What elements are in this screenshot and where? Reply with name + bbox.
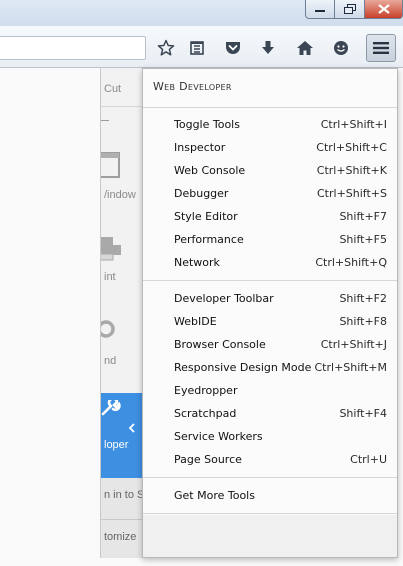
menuitem-label: Web Console	[174, 163, 246, 177]
minimize-icon	[315, 10, 325, 12]
menuitem-label: Responsive Design Mode	[174, 360, 312, 374]
menuitem-label: Network	[174, 255, 220, 269]
menu-separator	[143, 513, 397, 514]
print-icon	[101, 237, 121, 261]
menuitem-label: Browser Console	[174, 337, 266, 351]
menuitem-toggle-tools[interactable]: Toggle Tools Ctrl+Shift+I	[143, 113, 397, 135]
new-window-icon	[101, 152, 120, 178]
menu-divider	[101, 120, 109, 121]
menuitem-inspector[interactable]: Inspector Ctrl+Shift+C	[143, 136, 397, 158]
menuitem-label: Inspector	[174, 140, 226, 154]
menuitem-shortcut: Shift+F7	[339, 209, 387, 223]
menuitem-shortcut: Ctrl+Shift+M	[314, 360, 388, 374]
menuitem-label: Eyedropper	[174, 383, 238, 397]
menuitem-debugger[interactable]: Debugger Ctrl+Shift+S	[143, 182, 397, 204]
menu-separator	[143, 280, 397, 281]
url-bar[interactable]	[0, 36, 146, 60]
find-icon	[101, 320, 115, 338]
menuitem-browser-console[interactable]: Browser Console Ctrl+Shift+J	[143, 333, 397, 355]
menuitem-shortcut: Ctrl+Shift+Q	[315, 255, 387, 269]
window-titlebar	[0, 0, 403, 26]
menuitem-label: Page Source	[174, 452, 242, 466]
menuitem-label: Get More Tools	[174, 488, 255, 502]
home-icon	[297, 41, 313, 55]
menuitem-responsive-design-mode[interactable]: Responsive Design Mode Ctrl+Shift+M	[143, 356, 397, 378]
menuitem-performance[interactable]: Performance Shift+F5	[143, 228, 397, 250]
menuitem-shortcut: Shift+F5	[339, 232, 387, 246]
menu-divider	[101, 106, 146, 107]
menuitem-label: Toggle Tools	[174, 117, 240, 131]
panel-footer	[143, 515, 397, 557]
developer-button-active[interactable]: loper	[101, 393, 146, 479]
menuitem-shortcut: Shift+F2	[339, 291, 387, 305]
close-window-button[interactable]	[365, 0, 403, 19]
sign-in-label[interactable]: n in to S	[104, 489, 144, 501]
reading-list-button[interactable]	[184, 35, 210, 61]
main-menu-panel: Cut /indow int nd loper n in to S tomize	[100, 68, 146, 558]
menuitem-label: Scratchpad	[174, 406, 237, 420]
menuitem-page-source[interactable]: Page Source Ctrl+U	[143, 448, 397, 470]
download-icon	[262, 41, 274, 54]
menuitem-label: Service Workers	[174, 429, 263, 443]
minimize-button[interactable]	[305, 0, 335, 19]
menuitem-shortcut: Shift+F4	[339, 406, 387, 420]
menuitem-shortcut: Ctrl+Shift+C	[316, 140, 387, 154]
menuitem-label: Debugger	[174, 186, 229, 200]
pocket-icon	[226, 42, 240, 54]
pocket-button[interactable]	[220, 35, 246, 61]
main-menu-footer: n in to S tomize	[101, 478, 146, 558]
home-button[interactable]	[292, 35, 318, 61]
header-separator	[143, 107, 397, 108]
menuitem-webide[interactable]: WebIDE Shift+F8	[143, 310, 397, 332]
menuitem-label: Developer Toolbar	[174, 291, 274, 305]
web-developer-panel: Web Developer Toggle Tools Ctrl+Shift+I In…	[142, 68, 398, 558]
menu-divider	[101, 519, 146, 520]
panel-title: Web Developer	[153, 80, 232, 93]
menuitem-label: WebIDE	[174, 314, 217, 328]
open-menu-button[interactable]	[366, 34, 396, 62]
menuitem-shortcut: Ctrl+Shift+K	[316, 163, 387, 177]
hamburger-menu-icon	[373, 42, 389, 54]
menuitem-style-editor[interactable]: Style Editor Shift+F7	[143, 205, 397, 227]
wrench-icon	[101, 400, 121, 416]
reading-list-icon	[190, 41, 204, 55]
smiley-icon	[334, 41, 348, 55]
new-window-label[interactable]: /indow	[104, 189, 136, 201]
find-label[interactable]: nd	[104, 355, 116, 367]
menuitem-shortcut: Ctrl+Shift+I	[320, 117, 387, 131]
menuitem-network[interactable]: Network Ctrl+Shift+Q	[143, 251, 397, 273]
menuitem-shortcut: Ctrl+Shift+S	[317, 186, 387, 200]
menuitem-label: Style Editor	[174, 209, 238, 223]
close-icon	[377, 4, 390, 14]
cut-label[interactable]: Cut	[104, 83, 121, 95]
menuitem-eyedropper[interactable]: Eyedropper	[143, 379, 397, 401]
hello-button[interactable]	[328, 35, 354, 61]
menuitem-shortcut: Ctrl+Shift+J	[320, 337, 387, 351]
menuitem-web-console[interactable]: Web Console Ctrl+Shift+K	[143, 159, 397, 181]
developer-label: loper	[104, 439, 129, 451]
downloads-button[interactable]	[255, 35, 281, 61]
chevron-left-icon	[128, 423, 135, 433]
print-label[interactable]: int	[104, 271, 116, 283]
menu-separator	[143, 477, 397, 478]
menuitem-scratchpad[interactable]: Scratchpad Shift+F4	[143, 402, 397, 424]
customize-label[interactable]: tomize	[104, 531, 136, 543]
star-icon	[157, 39, 175, 56]
menuitem-get-more-tools[interactable]: Get More Tools	[143, 484, 397, 506]
menuitem-developer-toolbar[interactable]: Developer Toolbar Shift+F2	[143, 287, 397, 309]
menuitem-service-workers[interactable]: Service Workers	[143, 425, 397, 447]
menuitem-shortcut: Shift+F8	[339, 314, 387, 328]
restore-button[interactable]	[335, 0, 365, 19]
bookmark-button[interactable]	[153, 35, 179, 61]
navigation-toolbar	[0, 26, 403, 68]
restore-icon	[343, 3, 356, 14]
menuitem-label: Performance	[174, 232, 244, 246]
menuitem-shortcut: Ctrl+U	[350, 452, 387, 466]
